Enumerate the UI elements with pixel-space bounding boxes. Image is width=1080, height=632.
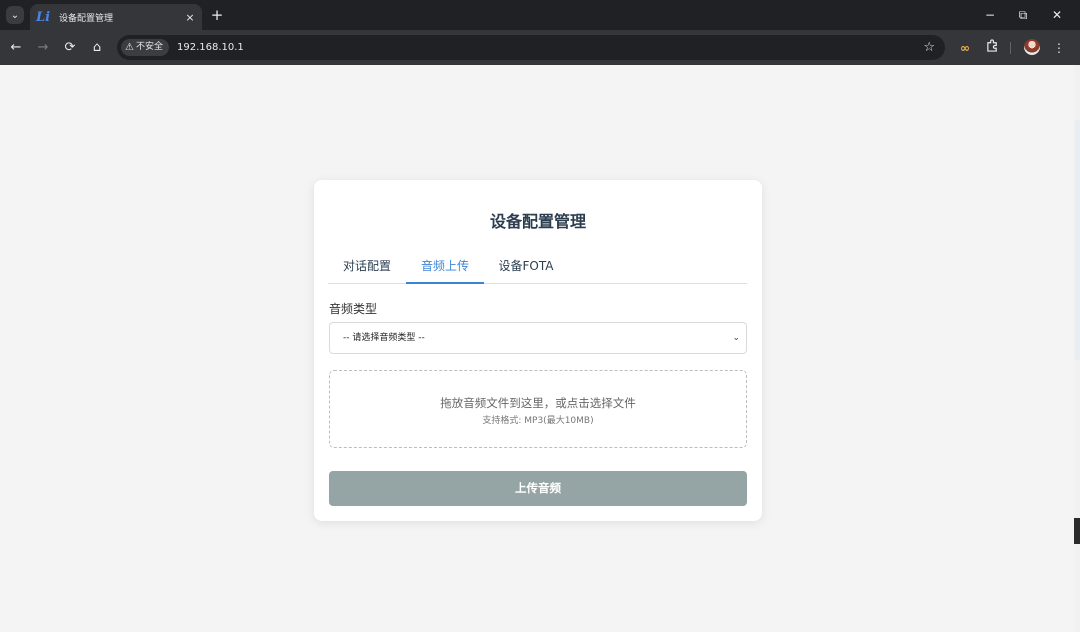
address-bar[interactable]: ⚠ 不安全 192.168.10.1 ☆ xyxy=(117,35,945,60)
close-window-icon[interactable]: ✕ xyxy=(1048,6,1066,24)
star-icon[interactable]: ☆ xyxy=(923,35,935,60)
reload-icon[interactable]: ⟳ xyxy=(61,39,79,57)
restore-icon[interactable]: ⧉ xyxy=(1014,6,1032,24)
audio-type-label: 音频类型 xyxy=(329,302,378,316)
home-icon[interactable]: ⌂ xyxy=(88,39,106,57)
page-scrollbar[interactable] xyxy=(1074,65,1080,632)
browser-tab-strip: ⌄ Li 设备配置管理 × + − ⧉ ✕ xyxy=(0,0,1080,30)
site-favicon: Li xyxy=(36,9,51,25)
tab-device-fota[interactable]: 设备FOTA xyxy=(484,252,568,284)
audio-type-select[interactable]: -- 请选择音频类型 -- ⌄ xyxy=(329,322,747,354)
tab-dialog-config[interactable]: 对话配置 xyxy=(328,252,406,284)
new-tab-button[interactable]: + xyxy=(208,6,226,24)
dropzone-instruction: 拖放音频文件到这里，或点击选择文件 xyxy=(440,396,636,410)
file-dropzone[interactable]: 拖放音频文件到这里，或点击选择文件 支持格式: MP3(最大10MB) xyxy=(329,370,747,448)
dropzone-format-hint: 支持格式: MP3(最大10MB) xyxy=(482,416,594,426)
more-menu-icon[interactable]: ⋮ xyxy=(1050,39,1068,57)
browser-toolbar: ← → ⟳ ⌂ ⚠ 不安全 192.168.10.1 ☆ ∞ ⋮ xyxy=(0,30,1080,65)
scrollbar-edge xyxy=(1074,518,1080,544)
back-icon[interactable]: ← xyxy=(7,39,25,57)
security-chip[interactable]: ⚠ 不安全 xyxy=(121,39,169,56)
upload-audio-button[interactable]: 上传音频 xyxy=(329,471,747,506)
scrollbar-thumb[interactable] xyxy=(1075,120,1080,360)
config-tabs: 对话配置 音频上传 设备FOTA xyxy=(328,252,747,284)
profile-avatar[interactable] xyxy=(1024,39,1040,55)
tab-search-icon[interactable]: ⌄ xyxy=(6,6,24,24)
security-label: 不安全 xyxy=(135,42,163,52)
config-card: 设备配置管理 对话配置 音频上传 设备FOTA 音频类型 -- 请选择音频类型 … xyxy=(314,180,762,521)
extension-infinity-icon[interactable]: ∞ xyxy=(956,39,974,57)
browser-tab[interactable]: Li 设备配置管理 × xyxy=(30,4,202,30)
chevron-down-icon: ⌄ xyxy=(732,333,740,343)
warning-icon: ⚠ xyxy=(125,42,134,53)
minimize-icon[interactable]: − xyxy=(981,6,999,24)
page-title: 设备配置管理 xyxy=(489,212,586,231)
audio-type-selected: -- 请选择音频类型 -- xyxy=(343,333,425,343)
extensions-puzzle-icon[interactable] xyxy=(983,39,1001,57)
tab-close-icon[interactable]: × xyxy=(182,11,198,24)
url-text[interactable]: 192.168.10.1 xyxy=(177,35,244,60)
tab-title: 设备配置管理 xyxy=(59,13,114,24)
forward-icon[interactable]: → xyxy=(34,39,52,57)
tab-audio-upload[interactable]: 音频上传 xyxy=(406,252,484,284)
toolbar-divider xyxy=(1010,42,1011,54)
